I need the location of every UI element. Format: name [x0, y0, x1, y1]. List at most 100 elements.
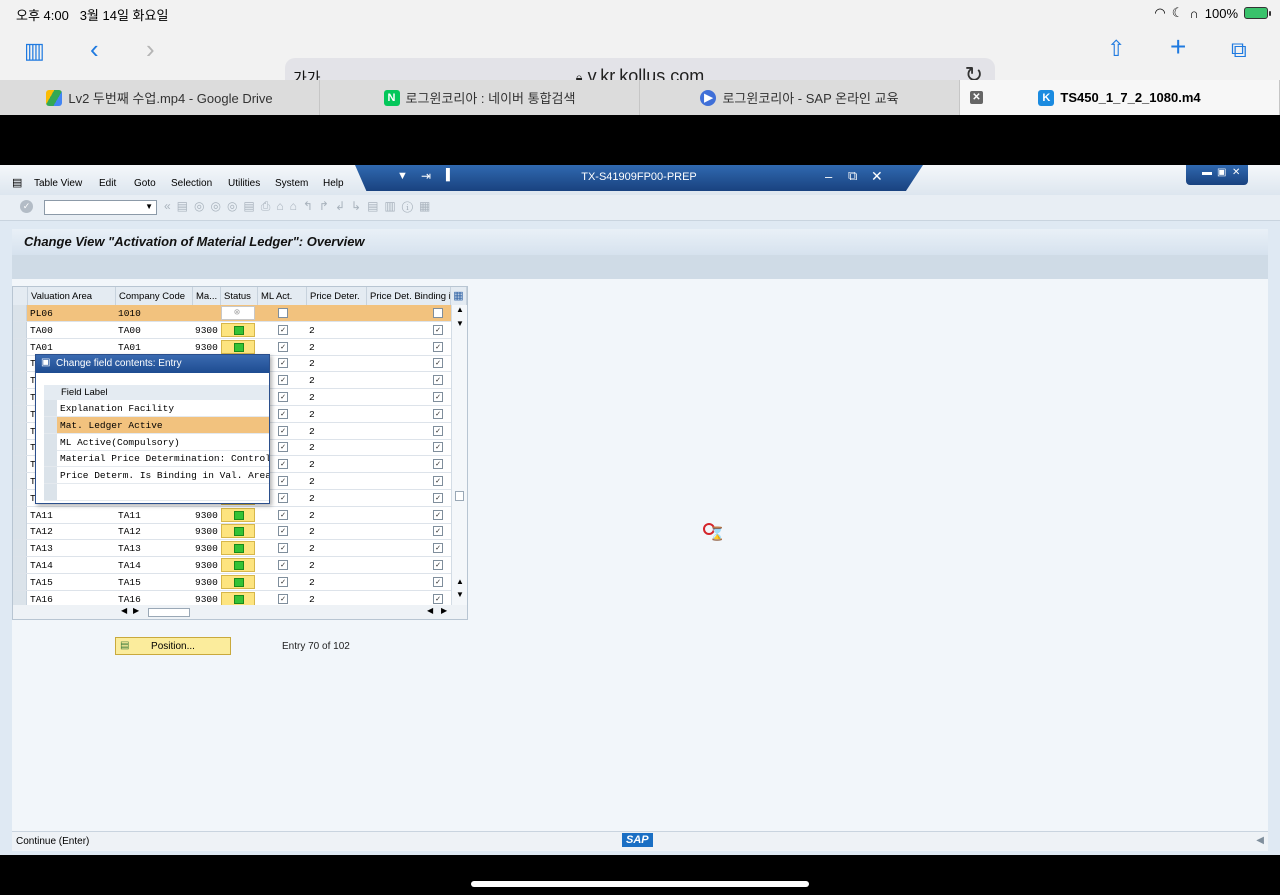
menu-goto[interactable]: Goto — [134, 178, 156, 189]
price-binding-checkbox[interactable]: ✓ — [433, 442, 443, 453]
row-selector[interactable] — [44, 416, 57, 433]
ml-active-checkbox[interactable]: ✓ — [278, 392, 288, 402]
table-row[interactable]: TA13 TA13 9300 ✓ 2 ✓ — [13, 540, 451, 558]
window-restore-icon[interactable]: ▣ — [1217, 167, 1226, 178]
scroll-up-icon[interactable]: ▲ — [456, 577, 464, 586]
popup-list-item[interactable]: Explanation Facility — [44, 400, 269, 417]
chevron-down-icon[interactable]: ▼ — [145, 202, 153, 211]
table-row[interactable]: TA00 TA00 9300 ✓ 2 ✓ — [13, 321, 451, 339]
menu-help[interactable]: Help — [323, 178, 344, 189]
table-row[interactable]: TA11 TA11 9300 ✓ 2 ✓ — [13, 506, 451, 524]
table-row[interactable]: TA12 TA12 9300 ✓ 2 ✓ — [13, 523, 451, 541]
close-tab-icon[interactable]: ✕ — [970, 91, 983, 104]
col-ma[interactable]: Ma... — [193, 287, 221, 305]
restore-icon[interactable]: ⧉ — [848, 168, 857, 184]
row-selector[interactable] — [13, 473, 27, 489]
cell-price-determination[interactable]: 2 — [309, 493, 365, 504]
home-indicator[interactable] — [471, 881, 809, 887]
row-selector[interactable] — [13, 355, 27, 372]
scroll-right-icon[interactable]: ▶ — [133, 606, 139, 615]
cell-valuation-area[interactable]: TA01 — [30, 342, 114, 353]
cell-price-determination[interactable]: 2 — [309, 342, 365, 353]
tab-google-drive[interactable]: Lv2 두번째 수업.mp4 - Google Drive — [0, 80, 320, 115]
row-selector[interactable] — [13, 439, 27, 456]
cell-company-code[interactable]: TA13 — [118, 543, 192, 554]
ml-active-checkbox[interactable]: ✓ — [278, 509, 288, 520]
vertical-scrollbar[interactable]: ▲ ▼ ▲ ▼ — [451, 305, 467, 605]
close-icon[interactable]: ✕ — [871, 168, 883, 185]
scroll-thumb[interactable] — [455, 491, 464, 501]
scroll-thumb[interactable] — [148, 608, 190, 617]
cell-valuation-area[interactable]: PL06 — [30, 308, 114, 319]
row-selector[interactable] — [13, 321, 27, 338]
cell-price-determination[interactable]: 2 — [309, 594, 365, 605]
row-selector[interactable] — [13, 523, 27, 540]
price-binding-checkbox[interactable]: ✓ — [433, 425, 443, 436]
cell-price-determination[interactable]: 2 — [309, 409, 365, 420]
cell-company-code[interactable]: TA16 — [118, 594, 192, 605]
scroll-up-icon[interactable]: ▲ — [456, 305, 464, 314]
price-binding-checkbox[interactable]: ✓ — [433, 324, 443, 335]
enter-icon[interactable]: ✓ — [20, 200, 33, 213]
cell-price-determination[interactable]: 2 — [309, 426, 365, 437]
table-settings-icon[interactable]: ▦ — [451, 287, 467, 305]
scroll-left-icon[interactable]: ◀ — [427, 606, 433, 615]
price-binding-checkbox[interactable]: ✓ — [433, 543, 443, 554]
table-row[interactable]: PL06 1010 ⊗ — [13, 305, 451, 322]
ml-active-checkbox[interactable]: ✓ — [278, 543, 288, 554]
toolbar-icons[interactable]: «▤◎◎◎▤⎙⌂⌂↰↱↲↳▤▥ⓘ▦ — [164, 199, 436, 214]
row-selector[interactable] — [13, 338, 27, 355]
ml-active-checkbox[interactable]: ✓ — [278, 341, 288, 352]
row-selector[interactable] — [13, 506, 27, 523]
popup-list-item[interactable]: Price Determ. Is Binding in Val. Area — [44, 467, 269, 485]
price-binding-checkbox[interactable]: ✓ — [433, 476, 443, 486]
cell-ma[interactable]: 9300 — [195, 577, 221, 588]
window-close-icon[interactable]: ✕ — [1232, 167, 1240, 178]
cell-price-determination[interactable]: 2 — [309, 526, 365, 537]
row-selector[interactable] — [44, 433, 57, 450]
cell-ma[interactable]: 9300 — [195, 510, 221, 521]
popup-list-item[interactable]: ML Active(Compulsory) — [44, 433, 269, 451]
tab-logwin[interactable]: ▶ 로그윈코리아 - SAP 온라인 교육 — [640, 80, 960, 115]
price-binding-checkbox[interactable]: ✓ — [433, 392, 443, 402]
cell-ma[interactable]: 9300 — [195, 325, 221, 336]
scroll-down-icon[interactable]: ▼ — [456, 319, 464, 328]
cell-price-determination[interactable]: 2 — [309, 577, 365, 588]
ml-active-checkbox[interactable]: ✓ — [278, 492, 288, 503]
cell-company-code[interactable]: TA15 — [118, 577, 192, 588]
cell-valuation-area[interactable]: TA14 — [30, 560, 114, 571]
cell-valuation-area[interactable]: TA15 — [30, 577, 114, 588]
ml-active-checkbox[interactable]: ✓ — [278, 476, 288, 486]
price-binding-checkbox[interactable]: ✓ — [433, 459, 443, 470]
cell-price-determination[interactable]: 2 — [309, 543, 365, 554]
price-binding-checkbox[interactable]: ✓ — [433, 576, 443, 587]
price-binding-checkbox[interactable]: ✓ — [433, 526, 443, 537]
price-binding-checkbox[interactable]: ✓ — [433, 560, 443, 570]
cell-company-code[interactable]: 1010 — [118, 308, 192, 319]
ml-active-checkbox[interactable]: ✓ — [278, 459, 288, 470]
row-selector[interactable] — [13, 557, 27, 573]
ml-active-checkbox[interactable]: ✓ — [278, 526, 288, 537]
cell-valuation-area[interactable]: TA12 — [30, 526, 114, 537]
price-binding-checkbox[interactable]: ✓ — [433, 341, 443, 352]
menu-icon[interactable]: ▤ — [12, 176, 22, 189]
price-binding-checkbox[interactable]: ✓ — [433, 492, 443, 503]
cell-price-determination[interactable]: 2 — [309, 392, 365, 403]
back-icon[interactable]: ‹ — [90, 36, 99, 62]
price-binding-checkbox[interactable]: ✓ — [433, 509, 443, 520]
cell-price-determination[interactable]: 2 — [309, 476, 365, 487]
select-all-column[interactable] — [13, 287, 28, 305]
cell-price-determination[interactable]: 2 — [309, 442, 365, 453]
row-selector[interactable] — [13, 389, 27, 405]
sidebar-icon[interactable]: ▥ — [24, 38, 45, 64]
table-row[interactable]: TA14 TA14 9300 ✓ 2 ✓ — [13, 557, 451, 574]
horizontal-scrollbar[interactable]: ◀ ▶ ◀ ▶ — [13, 605, 467, 619]
cell-price-determination[interactable]: 2 — [309, 358, 365, 369]
popup-list-item[interactable]: Mat. Ledger Active — [44, 416, 269, 434]
scroll-down-icon[interactable]: ▼ — [456, 590, 464, 599]
row-selector[interactable] — [13, 405, 27, 422]
ml-active-checkbox[interactable]: ✓ — [278, 408, 288, 419]
cell-company-code[interactable]: TA11 — [118, 510, 192, 521]
menu-table-view[interactable]: Table View — [34, 178, 82, 189]
share-icon[interactable]: ⇧ — [1107, 36, 1125, 62]
